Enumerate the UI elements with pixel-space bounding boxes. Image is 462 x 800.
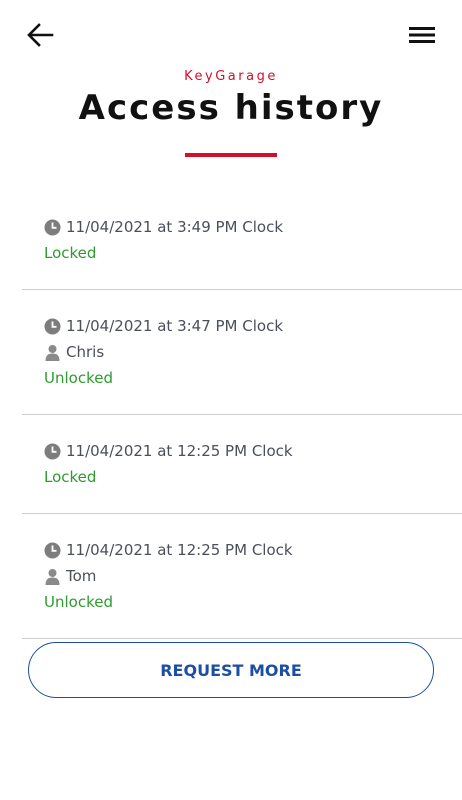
back-button[interactable]	[24, 20, 56, 50]
list-item: 11/04/2021 at 12:25 PM Clock Locked	[22, 415, 462, 514]
clock-icon	[44, 443, 61, 460]
page-title: Access history	[78, 88, 384, 128]
clock-icon	[44, 542, 61, 559]
entry-time: 11/04/2021 at 12:25 PM Clock	[66, 442, 293, 460]
entry-time: 11/04/2021 at 3:49 PM Clock	[66, 218, 284, 236]
list-item: 11/04/2021 at 3:49 PM Clock Locked	[22, 191, 462, 290]
entry-user: Chris	[66, 343, 105, 361]
top-bar	[0, 0, 462, 70]
hamburger-menu-icon	[409, 27, 435, 43]
menu-button[interactable]	[406, 20, 438, 50]
brand-name: KeyGarage	[184, 69, 278, 84]
person-icon	[44, 568, 61, 585]
entry-user-row: Chris	[44, 339, 462, 365]
entry-time-row: 11/04/2021 at 12:25 PM Clock	[44, 537, 462, 563]
entry-status: Unlocked	[44, 369, 113, 387]
entry-time-row: 11/04/2021 at 3:49 PM Clock	[44, 214, 462, 240]
arrow-left-icon	[27, 23, 54, 47]
entry-status: Locked	[44, 244, 97, 262]
list-item: 11/04/2021 at 12:25 PM Clock Tom Unlocke…	[22, 514, 462, 639]
request-more-button[interactable]: REQUEST MORE	[28, 642, 434, 698]
entry-time: 11/04/2021 at 3:47 PM Clock	[66, 317, 284, 335]
entry-time-row: 11/04/2021 at 12:25 PM Clock	[44, 438, 462, 464]
clock-icon	[44, 318, 61, 335]
title-underline	[185, 153, 277, 157]
access-history-list: 11/04/2021 at 3:49 PM Clock Locked 11/04…	[22, 191, 462, 639]
entry-time: 11/04/2021 at 12:25 PM Clock	[66, 541, 293, 559]
entry-status: Unlocked	[44, 593, 113, 611]
list-item: 11/04/2021 at 3:47 PM Clock Chris Unlock…	[22, 290, 462, 415]
entry-user: Tom	[66, 567, 97, 585]
person-icon	[44, 344, 61, 361]
clock-icon	[44, 219, 61, 236]
entry-time-row: 11/04/2021 at 3:47 PM Clock	[44, 313, 462, 339]
entry-user-row: Tom	[44, 563, 462, 589]
entry-status: Locked	[44, 468, 97, 486]
